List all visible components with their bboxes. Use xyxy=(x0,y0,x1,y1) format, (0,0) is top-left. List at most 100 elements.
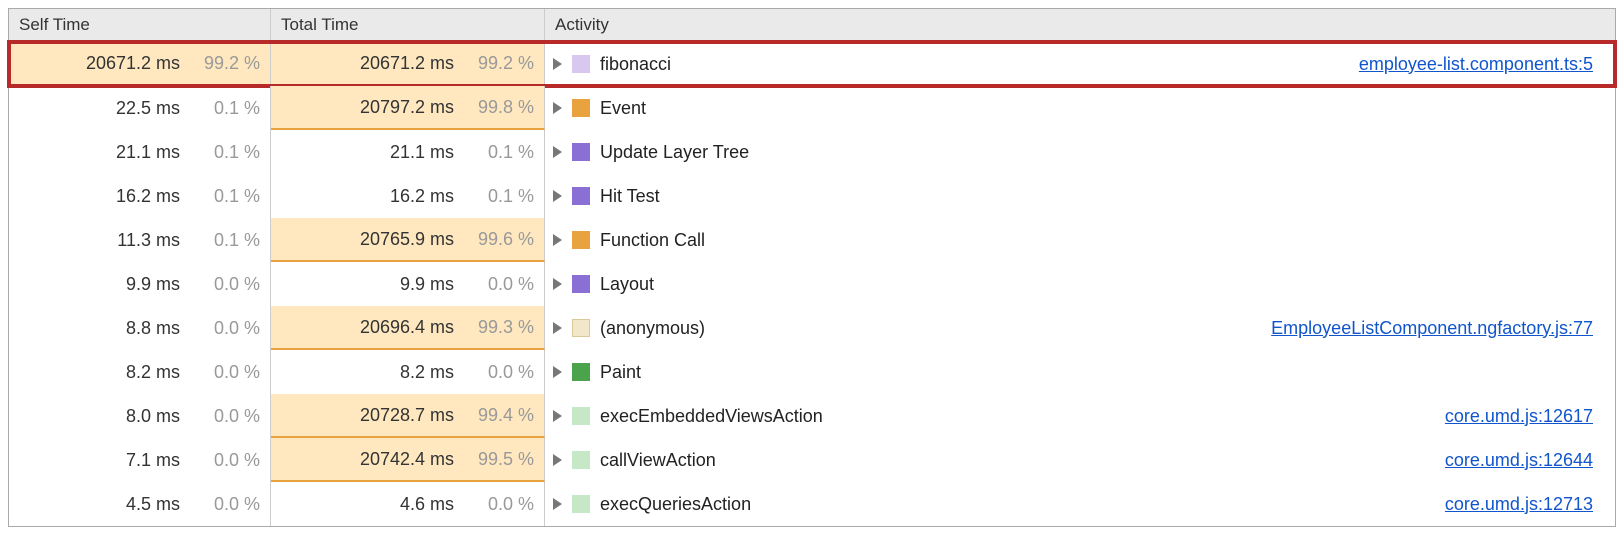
self-time-ms: 8.8 ms xyxy=(126,318,188,339)
total-time-ms: 4.6 ms xyxy=(400,494,462,515)
header-self-time[interactable]: Self Time xyxy=(9,9,271,41)
self-time-pct: 0.0 % xyxy=(188,450,260,471)
activity-cell: Event xyxy=(545,86,1615,130)
total-time-ms: 20696.4 ms xyxy=(360,317,462,338)
category-swatch xyxy=(572,231,590,249)
total-time-pct: 0.1 % xyxy=(462,186,534,207)
self-time-pct: 99.2 % xyxy=(188,53,260,74)
self-time-pct: 0.0 % xyxy=(188,274,260,295)
source-link[interactable]: core.umd.js:12617 xyxy=(1445,406,1605,427)
total-time-ms: 16.2 ms xyxy=(390,186,462,207)
total-time-pct: 99.6 % xyxy=(462,229,534,250)
category-swatch xyxy=(572,275,590,293)
self-time-ms: 8.0 ms xyxy=(126,406,188,427)
total-time-pct: 99.3 % xyxy=(462,317,534,338)
total-time-pct: 0.0 % xyxy=(462,494,534,515)
total-time-pct: 0.0 % xyxy=(462,274,534,295)
activity-cell: Layout xyxy=(545,262,1615,306)
activity-cell: fibonacci employee-list.component.ts:5 xyxy=(545,42,1615,86)
category-swatch xyxy=(572,99,590,117)
table-row[interactable]: 9.9 ms0.0 %9.9 ms0.0 %Layout xyxy=(9,262,1615,306)
self-time-ms: 21.1 ms xyxy=(116,142,188,163)
activity-cell: execQueriesActioncore.umd.js:12713 xyxy=(545,482,1615,526)
total-time-pct: 99.4 % xyxy=(462,405,534,426)
activity-name: callViewAction xyxy=(600,450,716,471)
self-time-ms: 22.5 ms xyxy=(116,98,188,119)
total-time-ms: 20742.4 ms xyxy=(360,449,462,470)
self-time-pct: 0.0 % xyxy=(188,362,260,383)
header-activity[interactable]: Activity xyxy=(545,9,1615,41)
category-swatch xyxy=(572,363,590,381)
self-time-ms: 7.1 ms xyxy=(126,450,188,471)
activity-name: Event xyxy=(600,98,646,119)
header-total-time[interactable]: Total Time xyxy=(271,9,545,41)
self-time-cell: 11.3 ms0.1 % xyxy=(9,218,271,262)
activity-cell: Update Layer Tree xyxy=(545,130,1615,174)
self-time-ms: 4.5 ms xyxy=(126,494,188,515)
activity-cell: Function Call xyxy=(545,218,1615,262)
table-row[interactable]: 8.2 ms0.0 %8.2 ms0.0 %Paint xyxy=(9,350,1615,394)
activity-name: Update Layer Tree xyxy=(600,142,749,163)
activity-name: Paint xyxy=(600,362,641,383)
category-swatch xyxy=(572,319,590,337)
activity-name: (anonymous) xyxy=(600,318,705,339)
table-row[interactable]: 20671.2 ms99.2 %20671.2 ms99.2 %fibonacc… xyxy=(9,42,1615,86)
table-row[interactable]: 11.3 ms0.1 %20765.9 ms99.6 % Function Cal… xyxy=(9,218,1615,262)
expand-icon[interactable] xyxy=(553,454,562,466)
table-row[interactable]: 4.5 ms0.0 %4.6 ms0.0 %execQueriesActionc… xyxy=(9,482,1615,526)
category-swatch xyxy=(572,407,590,425)
self-time-cell: 7.1 ms0.0 % xyxy=(9,438,271,482)
total-time-ms: 20671.2 ms xyxy=(360,53,462,74)
activity-name: fibonacci xyxy=(600,54,671,75)
total-time-cell: 21.1 ms0.1 % xyxy=(271,130,545,174)
self-time-pct: 0.0 % xyxy=(188,494,260,515)
source-link[interactable]: EmployeeListComponent.ngfactory.js:77 xyxy=(1271,318,1605,339)
table-row[interactable]: 8.0 ms0.0 %20728.7 ms99.4 %execEmbeddedV… xyxy=(9,394,1615,438)
total-time-pct: 99.2 % xyxy=(462,53,534,74)
expand-icon[interactable] xyxy=(553,366,562,378)
table-row[interactable]: 21.1 ms0.1 %21.1 ms0.1 % Update Layer Tre… xyxy=(9,130,1615,174)
self-time-pct: 0.0 % xyxy=(188,406,260,427)
total-time-cell: 20797.2 ms99.8 % xyxy=(271,86,545,130)
self-time-ms: 20671.2 ms xyxy=(86,53,188,74)
total-time-cell: 20671.2 ms99.2 % xyxy=(271,42,545,86)
self-time-cell: 16.2 ms0.1 % xyxy=(9,174,271,218)
self-time-cell: 21.1 ms0.1 % xyxy=(9,130,271,174)
expand-icon[interactable] xyxy=(553,410,562,422)
table-body: 20671.2 ms99.2 %20671.2 ms99.2 %fibonacc… xyxy=(9,42,1615,526)
expand-icon[interactable] xyxy=(553,102,562,114)
activity-name: Function Call xyxy=(600,230,705,251)
total-time-ms: 20728.7 ms xyxy=(360,405,462,426)
total-time-pct: 0.0 % xyxy=(462,362,534,383)
source-link[interactable]: core.umd.js:12644 xyxy=(1445,450,1605,471)
total-time-cell: 20765.9 ms99.6 % xyxy=(271,218,545,262)
total-time-cell: 20728.7 ms99.4 % xyxy=(271,394,545,438)
table-row[interactable]: 7.1 ms0.0 %20742.4 ms99.5 %callViewActio… xyxy=(9,438,1615,482)
self-time-pct: 0.1 % xyxy=(188,230,260,251)
expand-icon[interactable] xyxy=(553,322,562,334)
source-link[interactable]: core.umd.js:12713 xyxy=(1445,494,1605,515)
self-time-pct: 0.1 % xyxy=(188,98,260,119)
self-time-cell: 20671.2 ms99.2 % xyxy=(9,42,271,86)
expand-icon[interactable] xyxy=(553,190,562,202)
expand-icon[interactable] xyxy=(553,234,562,246)
self-time-cell: 9.9 ms0.0 % xyxy=(9,262,271,306)
expand-icon[interactable] xyxy=(553,146,562,158)
expand-icon[interactable] xyxy=(553,278,562,290)
self-time-cell: 8.2 ms0.0 % xyxy=(9,350,271,394)
table-row[interactable]: 22.5 ms0.1 %20797.2 ms99.8 %Event xyxy=(9,86,1615,130)
activity-cell: execEmbeddedViewsActioncore.umd.js:12617 xyxy=(545,394,1615,438)
expand-icon[interactable] xyxy=(553,498,562,510)
self-time-cell: 8.8 ms0.0 % xyxy=(9,306,271,350)
profiler-table: Self Time Total Time Activity 20671.2 ms… xyxy=(8,8,1616,527)
total-time-ms: 21.1 ms xyxy=(390,142,462,163)
total-time-cell: 4.6 ms0.0 % xyxy=(271,482,545,526)
source-link[interactable]: employee-list.component.ts:5 xyxy=(1359,54,1605,75)
table-row[interactable]: 8.8 ms0.0 % 20696.4 ms99.3 % (anonymous) Em… xyxy=(9,306,1615,350)
self-time-cell: 22.5 ms0.1 % xyxy=(9,86,271,130)
table-row[interactable]: 16.2 ms0.1 %16.2 ms0.1 %Hit Test xyxy=(9,174,1615,218)
category-swatch xyxy=(572,451,590,469)
category-swatch xyxy=(572,187,590,205)
total-time-ms: 9.9 ms xyxy=(400,274,462,295)
expand-icon[interactable] xyxy=(553,58,562,70)
